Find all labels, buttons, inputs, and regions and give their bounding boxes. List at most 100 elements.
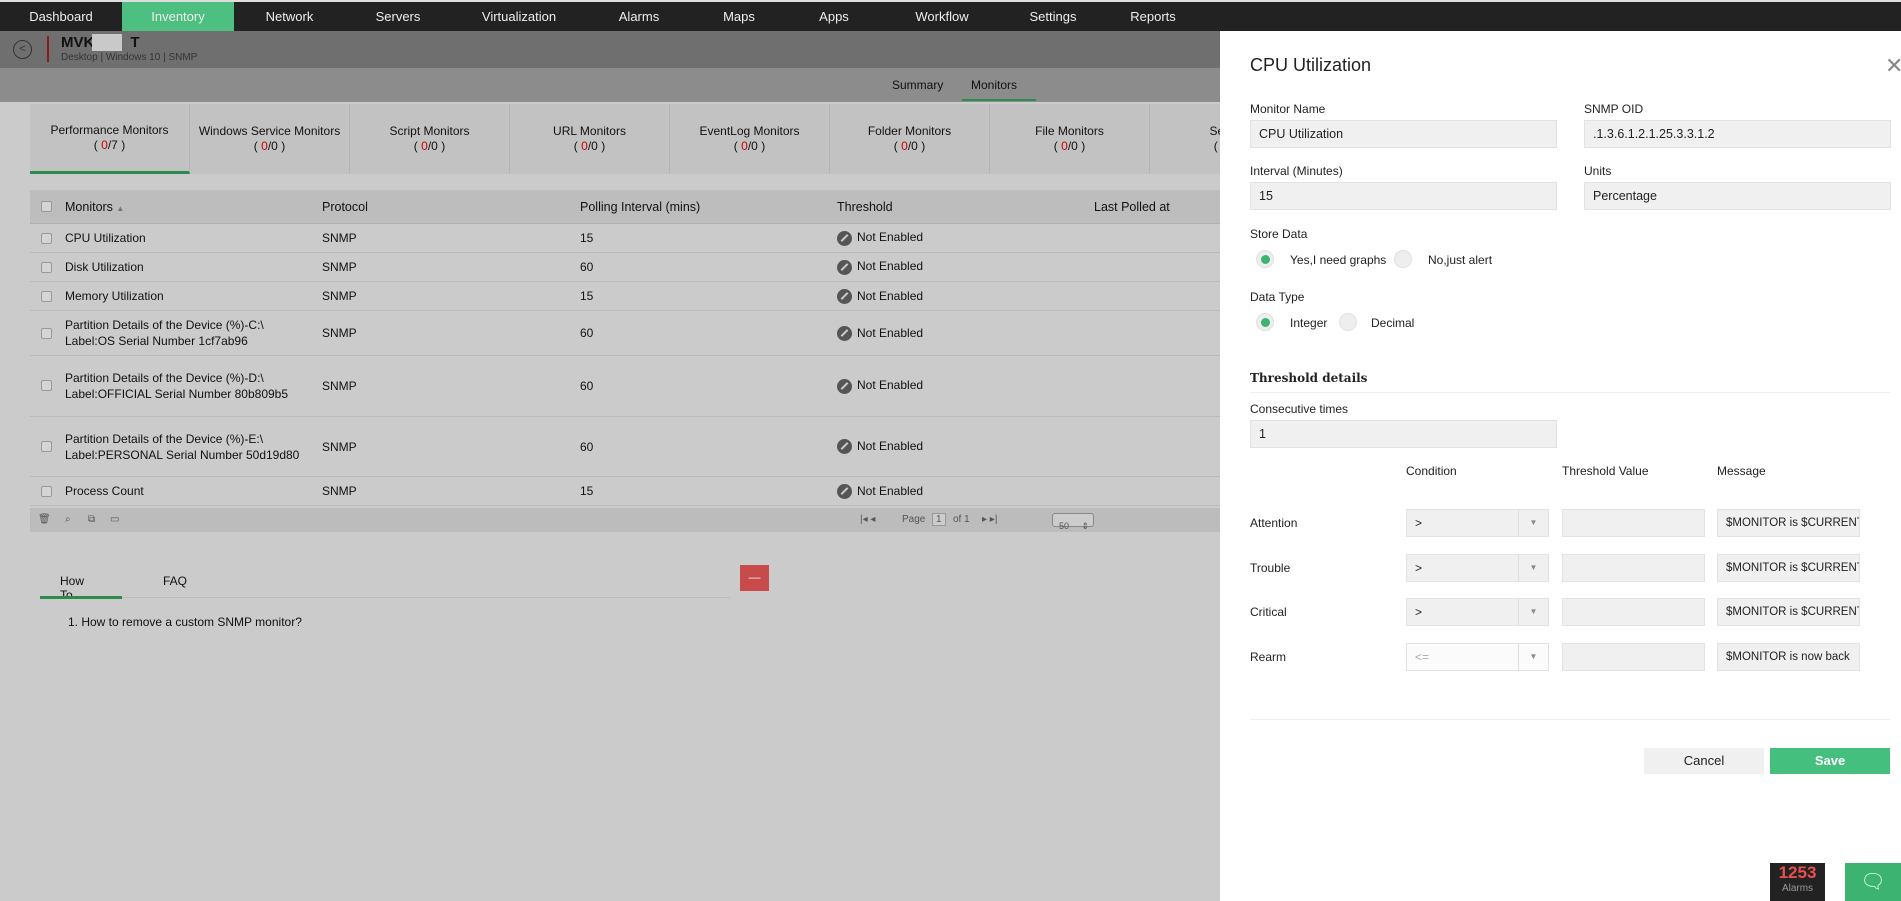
row-checkbox[interactable] <box>41 485 52 497</box>
help-link[interactable]: 1. How to remove a custom SNMP monitor? <box>68 615 302 629</box>
threshold-status: Not Enabled <box>837 439 1094 455</box>
monitor-tab[interactable]: EventLog Monitors( 0/0 ) <box>670 104 830 174</box>
device-name-end: T <box>130 34 140 51</box>
col-monitors[interactable]: Monitors ▲ <box>65 200 322 214</box>
nav-maps[interactable]: Maps <box>691 2 787 31</box>
col-last-polled[interactable]: Last Polled at <box>1094 200 1214 214</box>
alarms-badge[interactable]: 1253 Alarms <box>1770 863 1825 901</box>
monitor-tab[interactable]: File Monitors( 0/0 ) <box>990 104 1150 174</box>
monitor-name[interactable]: Disk Utilization <box>65 259 322 275</box>
chat-icon[interactable]: 🗨 <box>1845 863 1901 901</box>
row-checkbox[interactable] <box>41 232 52 244</box>
decimal-radio[interactable] <box>1339 313 1357 331</box>
delete-icon[interactable]: 🗑 <box>38 514 51 525</box>
interval-input[interactable]: 15 <box>1250 182 1557 210</box>
message-input[interactable]: $MONITOR is now back <box>1717 642 1860 671</box>
tab-monitors[interactable]: Monitors <box>971 78 1017 92</box>
tab-faq[interactable]: FAQ <box>163 574 187 588</box>
nav-virtualization[interactable]: Virtualization <box>451 2 587 31</box>
per-page-select[interactable]: 50 ⇕ <box>1052 513 1094 531</box>
threshold-value-input[interactable] <box>1562 509 1705 537</box>
first-page-icon[interactable]: |◂ ◂ <box>860 514 875 525</box>
row-checkbox[interactable] <box>41 290 52 302</box>
table-row[interactable]: Process Count SNMP 15 Not Enabled <box>30 477 1220 507</box>
search-icon[interactable]: ⌕ <box>65 514 71 525</box>
table-row[interactable]: Partition Details of the Device (%)-D:\ … <box>30 356 1220 417</box>
threshold-row-label: Attention <box>1250 516 1298 530</box>
monitor-tab[interactable]: Windows Service Monitors( 0/0 ) <box>190 104 350 174</box>
monitor-name[interactable]: Partition Details of the Device (%)-E:\ … <box>65 431 322 463</box>
nav-servers[interactable]: Servers <box>345 2 451 31</box>
tab-count: ( 0/0 ) <box>893 139 926 153</box>
close-icon[interactable]: ✕ <box>1885 53 1901 79</box>
oid-input[interactable]: .1.3.6.1.2.1.25.3.3.1.2 <box>1584 120 1891 148</box>
table-row[interactable]: Partition Details of the Device (%)-E:\ … <box>30 416 1220 478</box>
condition-select[interactable]: > ▼ <box>1406 553 1549 582</box>
store-no-radio[interactable] <box>1394 250 1412 268</box>
monitor-name[interactable]: CPU Utilization <box>65 230 322 246</box>
threshold-status: Not Enabled <box>837 326 1094 341</box>
decimal-label: Decimal <box>1371 316 1415 330</box>
consecutive-input[interactable]: 1 <box>1250 420 1557 448</box>
nav-alarms[interactable]: Alarms <box>587 2 691 31</box>
condition-select[interactable]: > ▼ <box>1406 509 1549 537</box>
edit-monitor-panel: CPU Utilization ✕ Monitor Name CPU Utili… <box>1220 31 1901 901</box>
nav-network[interactable]: Network <box>234 2 345 31</box>
table-row[interactable]: Memory Utilization SNMP 15 Not Enabled <box>30 282 1220 312</box>
threshold-value-input[interactable] <box>1562 598 1705 626</box>
table-row[interactable]: CPU Utilization SNMP 15 Not Enabled <box>30 224 1220 254</box>
message-input[interactable]: $MONITOR is $CURRENT <box>1717 509 1860 537</box>
threshold-row-label: Rearm <box>1250 649 1287 664</box>
integer-radio[interactable] <box>1256 313 1274 331</box>
store-yes-radio[interactable] <box>1256 250 1274 268</box>
file-icon[interactable]: ▭ <box>110 514 119 525</box>
row-checkbox[interactable] <box>41 441 52 453</box>
threshold-status: Not Enabled <box>837 378 1094 394</box>
monitor-tab[interactable]: Folder Monitors( 0/0 ) <box>830 104 990 174</box>
sub-tabs: Summary Monitors <box>0 68 1220 102</box>
monitor-name[interactable]: Partition Details of the Device (%)-C:\ … <box>65 317 322 349</box>
cancel-button[interactable]: Cancel <box>1644 748 1764 774</box>
nav-dashboard[interactable]: Dashboard <box>0 2 122 31</box>
monitor-name-input[interactable]: CPU Utilization <box>1250 120 1557 148</box>
nav-apps[interactable]: Apps <box>787 2 881 31</box>
monitor-tab[interactable]: Performance Monitors( 0/7 ) <box>30 104 190 174</box>
monitor-name[interactable]: Memory Utilization <box>65 288 322 304</box>
monitor-tab[interactable]: Service( 0/0 ) <box>1150 104 1220 174</box>
nav-settings[interactable]: Settings <box>1003 2 1103 31</box>
row-checkbox[interactable] <box>41 327 52 339</box>
redaction <box>92 34 122 51</box>
condition-select[interactable]: <= ▼ <box>1406 642 1549 671</box>
back-icon[interactable]: < <box>13 40 32 59</box>
minimize-button[interactable]: — <box>740 565 769 591</box>
threshold-value-input[interactable] <box>1562 642 1705 671</box>
row-checkbox[interactable] <box>41 380 52 392</box>
page-input[interactable]: 1 <box>932 513 946 526</box>
not-enabled-icon <box>837 259 852 275</box>
monitor-tab[interactable]: Script Monitors( 0/0 ) <box>350 104 510 174</box>
tab-summary[interactable]: Summary <box>892 78 943 92</box>
next-page-icon[interactable]: ▸ ▸| <box>982 514 997 525</box>
row-checkbox[interactable] <box>41 261 52 273</box>
nav-inventory[interactable]: Inventory <box>122 2 234 31</box>
monitor-tab[interactable]: URL Monitors( 0/0 ) <box>510 104 670 174</box>
threshold-value-input[interactable] <box>1562 553 1705 582</box>
save-button[interactable]: Save <box>1770 748 1890 774</box>
monitor-name[interactable]: Process Count <box>65 483 322 499</box>
col-interval[interactable]: Polling Interval (mins) <box>580 200 837 214</box>
message-input[interactable]: $MONITOR is $CURRENT <box>1717 553 1860 582</box>
condition-select[interactable]: > ▼ <box>1406 598 1549 626</box>
not-enabled-icon <box>837 288 852 304</box>
col-threshold[interactable]: Threshold <box>837 200 1094 214</box>
col-protocol[interactable]: Protocol <box>322 200 580 214</box>
message-input[interactable]: $MONITOR is $CURRENT <box>1717 598 1860 626</box>
table-row[interactable]: Partition Details of the Device (%)-C:\ … <box>30 311 1220 357</box>
monitor-name[interactable]: Partition Details of the Device (%)-D:\ … <box>65 370 322 402</box>
units-input[interactable]: Percentage <box>1584 182 1891 210</box>
nav-workflow[interactable]: Workflow <box>881 2 1003 31</box>
copy-icon[interactable]: ⧉ <box>88 514 95 525</box>
interval: 60 <box>580 378 594 393</box>
select-all-checkbox[interactable] <box>41 201 52 212</box>
nav-reports[interactable]: Reports <box>1103 2 1203 31</box>
table-row[interactable]: Disk Utilization SNMP 60 Not Enabled <box>30 253 1220 283</box>
